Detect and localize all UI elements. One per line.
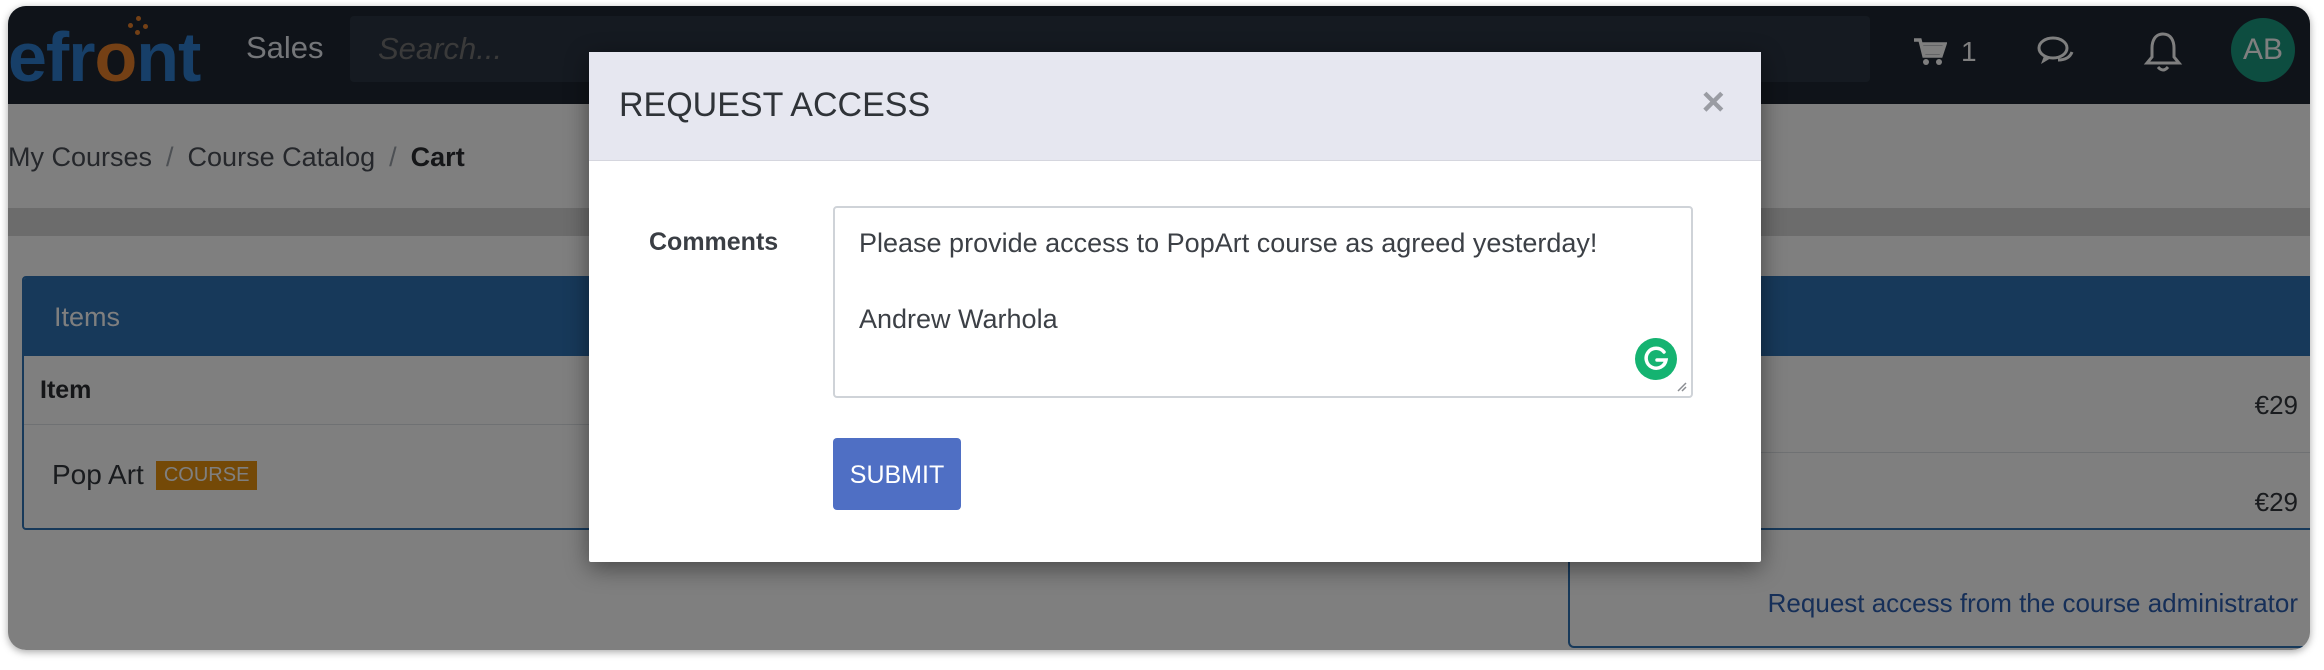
comments-text-line: Please provide access to PopArt course a… <box>859 228 1598 258</box>
submit-button[interactable]: SUBMIT <box>833 438 961 510</box>
request-access-modal: REQUEST ACCESS × Comments Please provide… <box>589 52 1761 562</box>
comments-textarea[interactable]: Please provide access to PopArt course a… <box>833 206 1693 398</box>
comments-text-line: Andrew Warhola <box>859 304 1058 334</box>
close-icon[interactable]: × <box>1702 80 1725 125</box>
comments-label: Comments <box>649 228 779 256</box>
modal-header: REQUEST ACCESS × <box>589 52 1761 161</box>
app-window: efront Sales 1 <box>8 6 2310 650</box>
modal-title: REQUEST ACCESS <box>619 86 931 124</box>
grammarly-icon[interactable] <box>1635 338 1677 380</box>
resize-handle-icon[interactable] <box>1675 380 1687 392</box>
